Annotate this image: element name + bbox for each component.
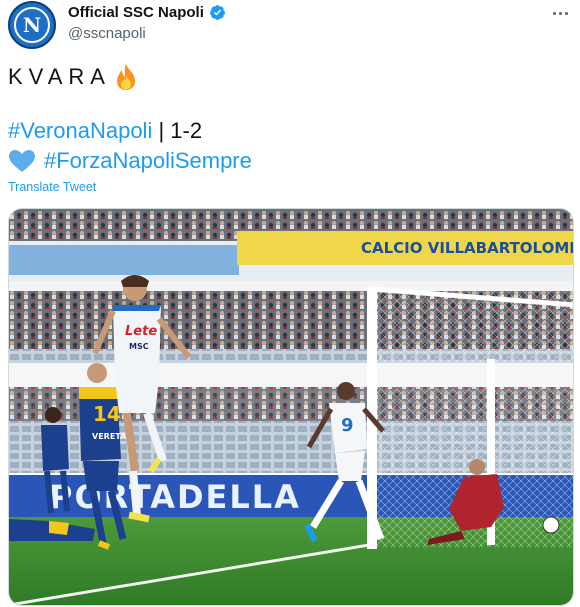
verified-badge-icon [209,5,225,20]
translate-tweet-link[interactable]: Translate Tweet [8,180,96,194]
napoli-sponsor-secondary: MSC [129,342,149,351]
tweet-header: N Official SSC Napoli @sscnapoli [8,0,572,50]
avatar[interactable]: N [8,1,56,49]
blue-heart-emoji-icon [9,150,35,172]
tweet-line-3: #ForzaNapoliSempre [8,146,568,176]
napoli-sponsor: Lete [125,324,157,339]
hashtag-forzanapolisempre-link[interactable]: #ForzaNapoliSempre [44,146,252,176]
striker-number: 9 [341,415,354,436]
verona-number: 14 [93,402,121,426]
more-options-icon[interactable] [548,4,572,22]
author-name-row[interactable]: Official SSC Napoli [68,4,226,21]
tweet-line-1: KVARA [8,62,568,92]
tweet-line-2: #VeronaNapoli | 1-2 [8,116,568,146]
avatar-letter: N [22,13,42,37]
club-crest-icon: N [14,7,50,43]
blue-banner [9,245,239,275]
score-text: | 1-2 [152,118,203,143]
ball-icon [542,516,560,534]
author-handle[interactable]: @sscnapoli [68,25,146,42]
tweet-photo[interactable]: CALCIO VILLABARTOLOMEO PORTADELLA 9 14 V… [8,208,574,606]
banner-text: CALCIO VILLABARTOLOMEO [361,239,574,257]
hashtag-veronanapoli-link[interactable]: #VeronaNapoli [8,118,152,143]
kvara-text: KVARA [8,64,111,89]
fire-emoji-icon [116,64,135,90]
tweet-text: KVARA #VeronaNapoli | 1-2 #ForzaNapoliSe… [8,62,568,176]
verona-sponsor: VERETA [92,432,127,441]
display-name[interactable]: Official SSC Napoli [68,4,204,21]
match-photo: CALCIO VILLABARTOLOMEO PORTADELLA 9 14 V… [9,209,574,605]
